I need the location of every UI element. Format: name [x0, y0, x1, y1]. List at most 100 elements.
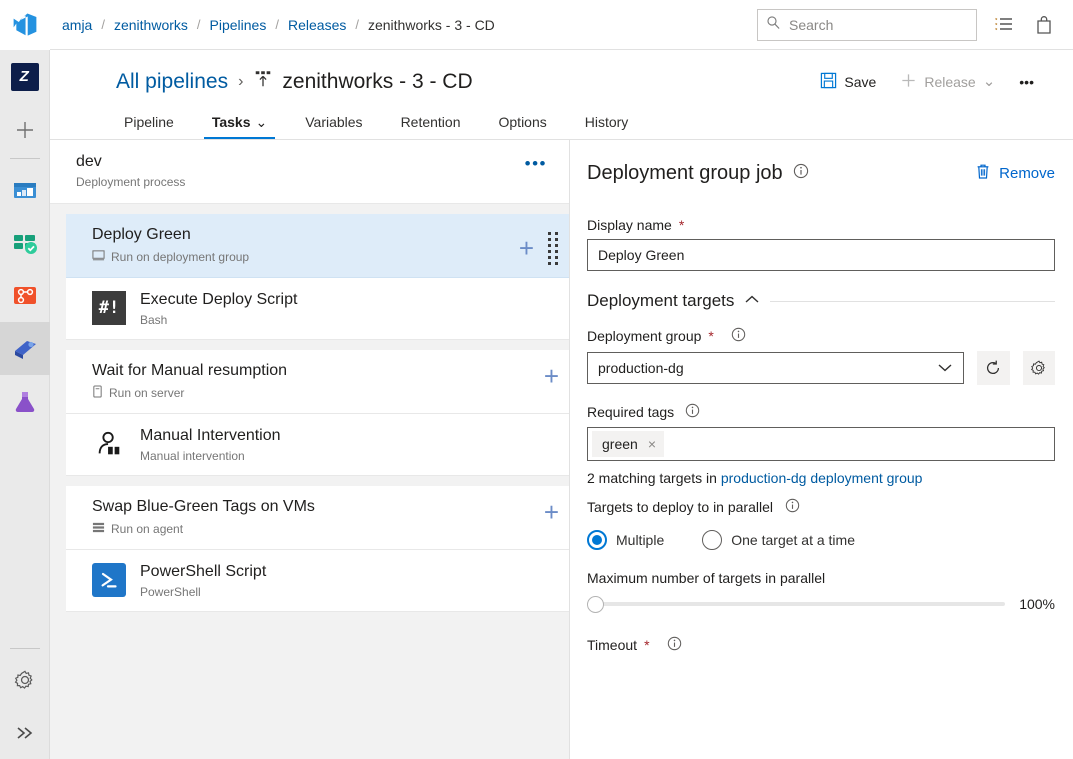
gear-icon[interactable]: [1022, 351, 1055, 385]
job-actions: +: [519, 225, 559, 265]
radio-dot: [587, 530, 607, 550]
new-item-icon[interactable]: [0, 103, 50, 156]
search-input[interactable]: Search: [757, 8, 977, 41]
display-name-label-text: Display name: [587, 217, 672, 233]
app-root: Z amja / zenithworks / Pipelines / Relea…: [0, 0, 1073, 759]
remove-label: Remove: [999, 165, 1055, 182]
radio-one-target-at-a-time[interactable]: One target at a time: [702, 530, 855, 550]
task-subtitle: PowerShell: [140, 584, 201, 599]
deployment-group-icon: [92, 249, 105, 265]
radio-multiple[interactable]: Multiple: [587, 530, 664, 550]
project-avatar[interactable]: Z: [0, 50, 50, 103]
slider-track: [587, 602, 1006, 606]
info-icon[interactable]: [667, 636, 682, 654]
job-swap-blue-green-tags[interactable]: Swap Blue-Green Tags on VMs Run on agent…: [66, 486, 569, 550]
page-title-text: zenithworks - 3 - CD: [282, 70, 473, 93]
page-title: zenithworks - 3 - CD: [253, 69, 473, 95]
refresh-icon[interactable]: [977, 351, 1010, 385]
job-group: Wait for Manual resumption Run on server: [50, 350, 569, 476]
job-actions: +: [544, 361, 559, 389]
breadcrumb-separator: /: [196, 17, 201, 32]
breadcrumb-separator: /: [275, 17, 279, 32]
remove-button[interactable]: Remove: [975, 163, 1055, 184]
expand-chevrons-icon[interactable]: [0, 706, 50, 759]
timeout-label-text: Timeout: [587, 637, 638, 653]
matching-targets-link[interactable]: production-dg deployment group: [721, 470, 923, 486]
overview-icon[interactable]: [0, 163, 50, 216]
agent-icon: [92, 521, 105, 537]
add-task-button[interactable]: +: [519, 235, 534, 261]
main-column: amja / zenithworks / Pipelines / Release…: [50, 0, 1073, 759]
required-marker: *: [644, 637, 650, 653]
task-powershell-script[interactable]: PowerShell Script PowerShell: [66, 550, 569, 612]
page-body: dev Deployment process ••• Deploy Green: [50, 140, 1073, 759]
deployment-group-value: production-dg: [598, 360, 684, 376]
breadcrumb-item-org[interactable]: amja: [62, 17, 92, 33]
close-icon[interactable]: ×: [648, 436, 656, 452]
process-name: dev: [76, 153, 102, 170]
global-topbar: amja / zenithworks / Pipelines / Release…: [50, 0, 1073, 50]
deployment-group-select[interactable]: production-dg: [587, 352, 965, 384]
parallel-label-text: Targets to deploy to in parallel: [587, 499, 773, 515]
process-more-menu[interactable]: •••: [519, 152, 553, 176]
display-name-input[interactable]: Deploy Green: [587, 239, 1055, 271]
save-button[interactable]: Save: [811, 67, 885, 97]
chevron-down-icon: [937, 360, 953, 376]
deployment-process-header[interactable]: dev Deployment process •••: [50, 140, 569, 204]
tab-pipeline[interactable]: Pipeline: [116, 114, 182, 139]
info-icon[interactable]: [785, 498, 800, 516]
drag-handle-icon[interactable]: [548, 231, 559, 265]
tab-variables[interactable]: Variables: [297, 114, 370, 139]
info-icon[interactable]: [731, 327, 746, 345]
display-name-value: Deploy Green: [598, 247, 685, 263]
powershell-icon: [92, 563, 126, 597]
info-icon[interactable]: [793, 163, 809, 184]
tab-options[interactable]: Options: [491, 114, 555, 139]
tab-history[interactable]: History: [577, 114, 637, 139]
trash-icon: [975, 163, 991, 184]
bash-icon-glyph: #!: [92, 291, 126, 325]
task-manual-intervention[interactable]: Manual Intervention Manual intervention: [66, 414, 569, 476]
repos-icon[interactable]: [0, 269, 50, 322]
job-subtitle-row: Run on agent: [92, 521, 315, 537]
all-pipelines-link[interactable]: All pipelines: [116, 70, 228, 94]
search-placeholder: Search: [789, 16, 834, 33]
pipelines-icon[interactable]: [0, 322, 50, 375]
job-name: Wait for Manual resumption: [92, 362, 288, 379]
slider-thumb[interactable]: [587, 595, 604, 613]
max-parallel-slider[interactable]: [587, 594, 1006, 614]
azure-devops-logo[interactable]: [0, 0, 50, 50]
add-task-button[interactable]: +: [544, 363, 559, 389]
add-task-button[interactable]: +: [544, 499, 559, 525]
job-subtitle: Run on deployment group: [111, 250, 250, 264]
breadcrumb-item-releases[interactable]: Releases: [288, 17, 346, 33]
required-tags-input[interactable]: green ×: [587, 427, 1055, 461]
tab-tasks[interactable]: Tasks ⌄: [203, 114, 276, 139]
boards-icon[interactable]: [0, 216, 50, 269]
release-button[interactable]: Release ⌄: [891, 67, 1004, 97]
breadcrumb-item-project[interactable]: zenithworks: [114, 17, 188, 33]
breadcrumb-item-pipelines[interactable]: Pipelines: [210, 17, 267, 33]
detail-title: Deployment group job: [587, 162, 783, 184]
settings-gear-icon[interactable]: [0, 653, 50, 706]
save-floppy-icon: [820, 72, 837, 92]
test-plans-icon[interactable]: [0, 375, 50, 428]
chevron-down-icon: ⌄: [982, 73, 996, 90]
timeout-label: Timeout *: [587, 636, 1055, 654]
parallel-options: Multiple One target at a time: [587, 530, 1055, 550]
job-wait-for-manual-resumption[interactable]: Wait for Manual resumption Run on server: [66, 350, 569, 414]
task-execute-deploy-script[interactable]: #! Execute Deploy Script Bash: [66, 278, 569, 340]
tab-retention[interactable]: Retention: [393, 114, 469, 139]
backlog-list-icon[interactable]: [991, 12, 1017, 38]
job-deploy-green[interactable]: Deploy Green Run on deployment group +: [66, 214, 569, 278]
max-parallel-label-text: Maximum number of targets in parallel: [587, 570, 826, 586]
info-icon[interactable]: [685, 403, 700, 421]
page-actions: Save Release ⌄ •••: [811, 67, 1057, 97]
job-actions: +: [544, 497, 559, 525]
tab-pipeline-label: Pipeline: [124, 114, 174, 130]
topbar-actions: Search: [757, 8, 1057, 41]
tag-chip[interactable]: green ×: [592, 431, 664, 457]
deployment-targets-section-header[interactable]: Deployment targets: [587, 291, 1055, 311]
shopping-bag-icon[interactable]: [1031, 12, 1057, 38]
more-actions-icon[interactable]: •••: [1010, 69, 1043, 95]
